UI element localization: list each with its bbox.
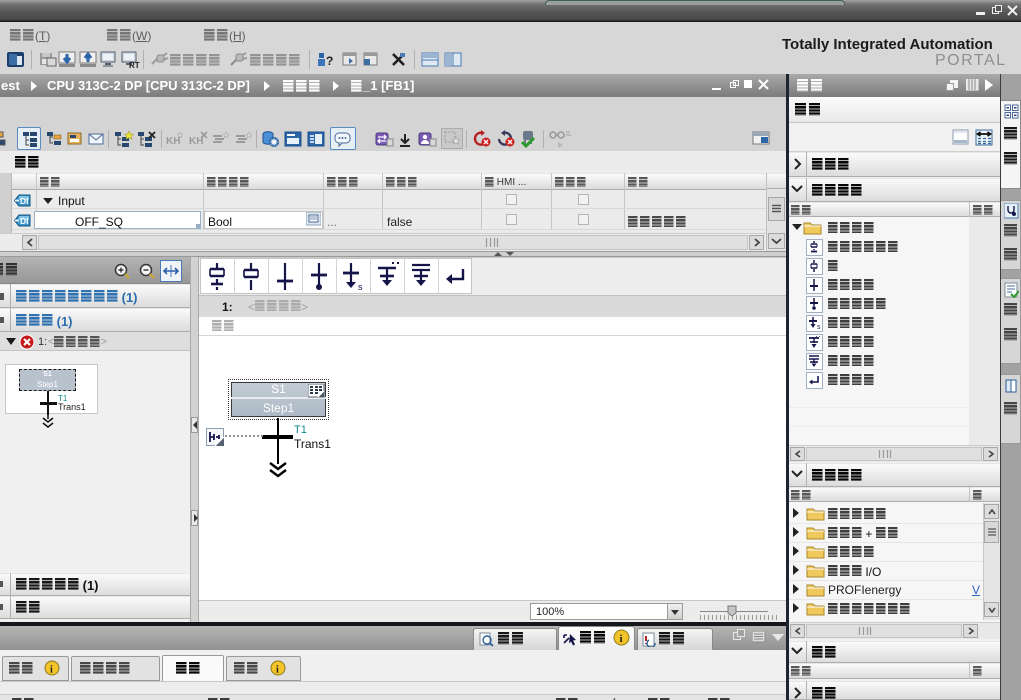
svg-text:DI: DI (20, 196, 29, 206)
svg-text:?: ? (326, 54, 333, 68)
svg-text:RT: RT (129, 61, 140, 69)
svg-text:i: i (620, 633, 623, 645)
svg-text:s: s (817, 324, 821, 329)
svg-text:i: i (50, 665, 53, 676)
svg-text:i: i (276, 665, 279, 676)
svg-text:s: s (358, 282, 363, 291)
svg-text:DI: DI (20, 216, 29, 226)
